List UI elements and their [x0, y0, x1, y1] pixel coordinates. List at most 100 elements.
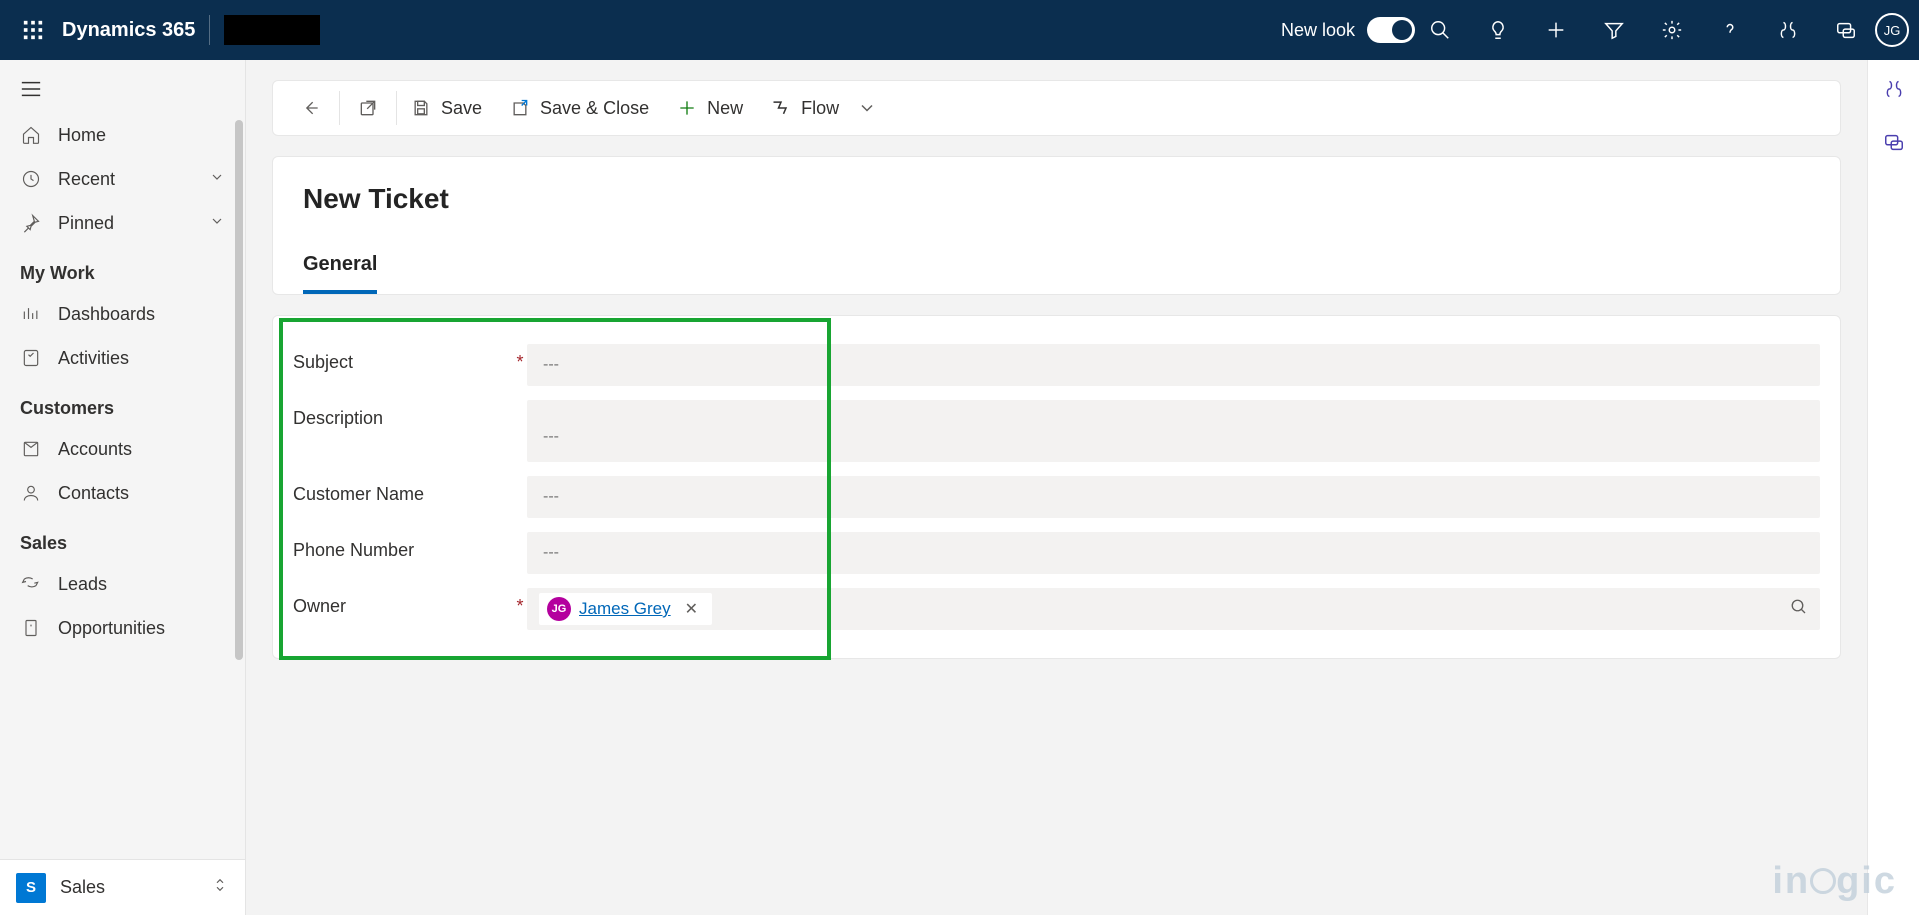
search-icon: [1429, 19, 1451, 41]
flow-label: Flow: [801, 98, 839, 119]
phone-input[interactable]: [527, 532, 1820, 574]
teams-chat-button[interactable]: [1883, 131, 1905, 158]
popout-icon: [358, 98, 378, 118]
owner-chip[interactable]: JG James Grey ✕: [539, 593, 712, 625]
copilot-icon: [1883, 78, 1905, 100]
activities-icon: [20, 347, 42, 369]
required-indicator: [513, 400, 527, 429]
nav-label: Contacts: [58, 483, 129, 504]
new-look-label: New look: [1281, 20, 1355, 41]
plus-icon: [1545, 19, 1567, 41]
command-bar: Save Save & Close New Flow: [272, 80, 1841, 136]
field-subject: Subject *: [293, 344, 1820, 386]
lightbulb-icon: [1487, 19, 1509, 41]
user-avatar[interactable]: JG: [1875, 13, 1909, 47]
plus-icon: [677, 98, 697, 118]
updown-icon: [211, 875, 229, 900]
page-title: New Ticket: [303, 183, 1810, 215]
hamburger-icon: [20, 80, 42, 98]
nav-item-dashboards[interactable]: Dashboards: [0, 292, 245, 336]
main-content: Save Save & Close New Flow New Ti: [246, 60, 1867, 915]
required-indicator: *: [513, 588, 527, 617]
question-icon: [1719, 19, 1741, 41]
copilot-button[interactable]: [1775, 17, 1801, 43]
opportunities-icon: [20, 617, 42, 639]
nav-section-customers: Customers: [0, 380, 245, 427]
pin-icon: [20, 212, 42, 234]
help-button[interactable]: [1717, 17, 1743, 43]
description-input[interactable]: [527, 400, 1820, 462]
nav-section-sales: Sales: [0, 515, 245, 562]
field-owner: Owner * JG James Grey ✕: [293, 588, 1820, 630]
customer-input[interactable]: [527, 476, 1820, 518]
app-launcher-button[interactable]: [10, 19, 56, 41]
ideas-button[interactable]: [1485, 17, 1511, 43]
save-close-icon: [510, 98, 530, 118]
nav-item-opportunities[interactable]: Opportunities: [0, 606, 245, 650]
nav-label: Leads: [58, 574, 107, 595]
sitemap-nav: Home Recent Pinned My Work Dashboards Ac…: [0, 60, 246, 915]
settings-button[interactable]: [1659, 17, 1685, 43]
nav-item-leads[interactable]: Leads: [0, 562, 245, 606]
nav-label: Pinned: [58, 213, 114, 234]
area-badge: S: [16, 873, 46, 903]
nav-label: Home: [58, 125, 106, 146]
new-label: New: [707, 98, 743, 119]
open-new-window-button[interactable]: [340, 81, 396, 135]
nav-item-pinned[interactable]: Pinned: [0, 201, 245, 245]
flow-button[interactable]: Flow: [757, 81, 891, 135]
nav-item-home[interactable]: Home: [0, 113, 245, 157]
nav-item-activities[interactable]: Activities: [0, 336, 245, 380]
quick-create-button[interactable]: [1543, 17, 1569, 43]
nav-item-contacts[interactable]: Contacts: [0, 471, 245, 515]
field-label: Customer Name: [293, 476, 513, 505]
back-button[interactable]: [283, 81, 339, 135]
save-button[interactable]: Save: [397, 81, 496, 135]
nav-scrollbar[interactable]: [235, 120, 243, 660]
separator: [209, 15, 210, 45]
copilot-icon: [1777, 19, 1799, 41]
required-indicator: *: [513, 344, 527, 373]
area-label: Sales: [60, 877, 105, 898]
form-section-general: Subject * Description Customer Name Phon…: [272, 315, 1841, 659]
required-indicator: [513, 476, 527, 505]
field-label: Description: [293, 400, 513, 429]
advanced-find-button[interactable]: [1601, 17, 1627, 43]
app-name-redacted: [224, 15, 320, 45]
brand-label: Dynamics 365: [62, 19, 195, 42]
chat-icon: [1883, 131, 1905, 153]
nav-label: Accounts: [58, 439, 132, 460]
owner-name-link[interactable]: James Grey: [579, 599, 671, 619]
owner-lookup[interactable]: JG James Grey ✕: [527, 588, 1820, 630]
nav-label: Recent: [58, 169, 115, 190]
field-phone-number: Phone Number: [293, 532, 1820, 574]
area-switcher[interactable]: S Sales: [0, 859, 245, 915]
right-side-panel: [1867, 60, 1919, 915]
search-button[interactable]: [1427, 17, 1453, 43]
field-label: Phone Number: [293, 532, 513, 561]
tab-general[interactable]: General: [303, 253, 377, 294]
nav-label: Opportunities: [58, 618, 165, 639]
assistant-button[interactable]: [1833, 17, 1859, 43]
required-indicator: [513, 532, 527, 561]
nav-section-mywork: My Work: [0, 245, 245, 292]
toggle-switch[interactable]: [1367, 17, 1415, 43]
nav-item-accounts[interactable]: Accounts: [0, 427, 245, 471]
collapse-nav-button[interactable]: [0, 70, 245, 113]
save-close-button[interactable]: Save & Close: [496, 81, 663, 135]
remove-owner-button[interactable]: ✕: [679, 599, 704, 619]
nav-item-recent[interactable]: Recent: [0, 157, 245, 201]
top-bar: Dynamics 365 New look JG: [0, 0, 1919, 60]
copilot-pane-button[interactable]: [1883, 78, 1905, 105]
back-arrow-icon: [301, 98, 321, 118]
new-look-toggle[interactable]: New look: [1281, 17, 1415, 43]
clock-icon: [20, 168, 42, 190]
nav-label: Activities: [58, 348, 129, 369]
leads-icon: [20, 573, 42, 595]
lookup-search-icon[interactable]: [1790, 598, 1808, 621]
subject-input[interactable]: [527, 344, 1820, 386]
top-icon-group: [1427, 17, 1859, 43]
chat-icon: [1835, 19, 1857, 41]
new-button[interactable]: New: [663, 81, 757, 135]
flow-icon: [771, 98, 791, 118]
